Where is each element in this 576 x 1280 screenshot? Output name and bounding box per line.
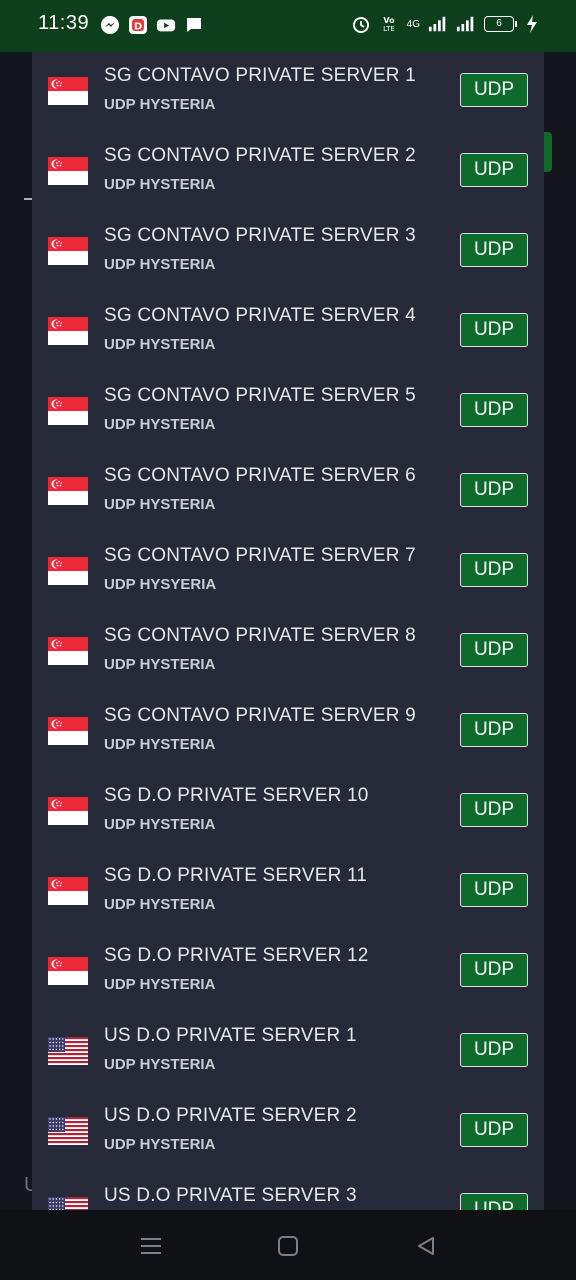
server-protocol: UDP HYSYERIA (104, 576, 217, 593)
server-protocol: UDP HYSTERIA (104, 976, 216, 993)
charging-icon (522, 14, 542, 34)
notification-icons: D (100, 15, 204, 35)
udp-button[interactable]: UDP (460, 1193, 528, 1210)
signal-icon (428, 14, 448, 34)
server-name: US D.O PRIVATE SERVER 2 (104, 1105, 357, 1126)
server-name: SG D.O PRIVATE SERVER 10 (104, 785, 369, 806)
server-item[interactable]: US D.O PRIVATE SERVER 1 UDP HYSTERIA UDP (32, 1012, 544, 1092)
server-name: SG CONTAVO PRIVATE SERVER 3 (104, 225, 416, 246)
server-item[interactable]: SG CONTAVO PRIVATE SERVER 4 UDP HYSTERIA U… (32, 292, 544, 372)
sg-flag-icon (48, 477, 88, 505)
server-item[interactable]: SG CONTAVO PRIVATE SERVER 2 UDP HYSTERIA U… (32, 132, 544, 212)
server-protocol: UDP HYSTERIA (104, 816, 216, 833)
udp-button[interactable]: UDP (460, 73, 528, 107)
app-d-icon: D (128, 15, 148, 35)
server-item[interactable]: SG CONTAVO PRIVATE SERVER 3 UDP HYSTERIA U… (32, 212, 544, 292)
svg-text:Vo: Vo (383, 16, 395, 25)
sg-flag-icon (48, 317, 88, 345)
server-protocol: UDP HYSTERIA (104, 1136, 216, 1153)
server-item[interactable]: SG CONTAVO PRIVATE SERVER 8 UDP HYSTERIA U… (32, 612, 544, 692)
server-item[interactable]: US D.O PRIVATE SERVER 3UDP HYSTERIAUDP (32, 1172, 544, 1210)
sg-flag-icon (48, 877, 88, 905)
server-item[interactable]: SG D.O PRIVATE SERVER 12 UDP HYSTERIA UDP (32, 932, 544, 1012)
server-item[interactable]: SG D.O PRIVATE SERVER 10 UDP HYSTERIA UDP (32, 772, 544, 852)
sg-flag-icon (48, 237, 88, 265)
server-name: SG CONTAVO PRIVATE SERVER 7 (104, 545, 416, 566)
server-protocol: UDP HYSTERIA (104, 176, 216, 193)
server-item[interactable]: SG D.O PRIVATE SERVER 11 UDP HYSTERIA UDP (32, 852, 544, 932)
sg-flag-icon (48, 77, 88, 105)
udp-button[interactable]: UDP (460, 713, 528, 747)
sg-flag-icon (48, 157, 88, 185)
udp-button[interactable]: UDP (460, 233, 528, 267)
udp-button[interactable]: UDP (460, 793, 528, 827)
server-protocol: UDP HYSTERIA (104, 896, 216, 913)
sg-flag-icon (48, 637, 88, 665)
server-name: SG CONTAVO PRIVATE SERVER 6 (104, 465, 416, 486)
server-item[interactable]: SG CONTAVO PRIVATE SERVER 5 UDP HYSTERIA U… (32, 372, 544, 452)
server-protocol: UDP HYSTERIA (104, 656, 216, 673)
server-item[interactable]: US D.O PRIVATE SERVER 2 UDP HYSTERIA UDP (32, 1092, 544, 1172)
home-icon[interactable] (276, 1234, 300, 1258)
battery-icon: 6 (484, 16, 517, 32)
server-name: SG D.O PRIVATE SERVER 12 (104, 945, 369, 966)
server-name: SG CONTAVO PRIVATE SERVER 9 (104, 705, 416, 726)
youtube-icon (156, 15, 176, 35)
server-name: SG CONTAVO PRIVATE SERVER 4 (104, 305, 416, 326)
udp-button[interactable]: UDP (460, 473, 528, 507)
udp-button[interactable]: UDP (460, 553, 528, 587)
svg-text:LTE: LTE (383, 25, 395, 33)
screen: 11:39 D Vo LTE 4G 6 SG CONTAVO PRIVATE S… (0, 0, 576, 1280)
udp-button[interactable]: UDP (460, 873, 528, 907)
system-status-icons: Vo LTE 4G 6 (351, 14, 542, 34)
server-name: SG CONTAVO PRIVATE SERVER 2 (104, 145, 416, 166)
udp-button[interactable]: UDP (460, 393, 528, 427)
server-protocol: UDP HYSTERIA (104, 96, 216, 113)
us-flag-icon (48, 1117, 88, 1145)
menu-icon[interactable] (139, 1234, 163, 1258)
message-icon (184, 15, 204, 35)
status-time: 11:39 (38, 12, 90, 34)
server-name: SG CONTAVO PRIVATE SERVER 8 (104, 625, 416, 646)
svg-text:D: D (134, 22, 142, 33)
server-protocol: UDP HYSTERIA (104, 416, 216, 433)
sg-flag-icon (48, 957, 88, 985)
server-name: US D.O PRIVATE SERVER 1 (104, 1025, 357, 1046)
us-flag-icon (48, 1197, 88, 1210)
udp-button[interactable]: UDP (460, 953, 528, 987)
server-item[interactable]: SG CONTAVO PRIVATE SERVER 1 UDP HYSTERIA U… (32, 52, 544, 132)
server-protocol: UDP HYSTERIA (104, 256, 216, 273)
udp-button[interactable]: UDP (460, 1113, 528, 1147)
back-icon[interactable] (414, 1234, 438, 1258)
server-protocol: UDP HYSTERIA (104, 1056, 216, 1073)
alarm-icon (351, 14, 371, 34)
server-item[interactable]: SG CONTAVO PRIVATE SERVER 6 UDP HYSTERIA U… (32, 452, 544, 532)
server-name: SG D.O PRIVATE SERVER 11 (104, 865, 368, 886)
network-type: 4G (406, 18, 420, 30)
server-name: US D.O PRIVATE SERVER 3 (104, 1185, 357, 1206)
server-protocol: UDP HYSTERIA (104, 336, 216, 353)
messenger-icon (100, 15, 120, 35)
udp-button[interactable]: UDP (460, 153, 528, 187)
udp-button[interactable]: UDP (460, 1033, 528, 1067)
server-name: SG CONTAVO PRIVATE SERVER 5 (104, 385, 416, 406)
sg-flag-icon (48, 797, 88, 825)
signal-icon-2 (456, 14, 476, 34)
udp-button[interactable]: UDP (460, 633, 528, 667)
server-name: SG CONTAVO PRIVATE SERVER 1 (104, 65, 416, 86)
sg-flag-icon (48, 557, 88, 585)
server-list-dialog[interactable]: SG CONTAVO PRIVATE SERVER 1 UDP HYSTERIA U… (32, 52, 544, 1210)
us-flag-icon (48, 1037, 88, 1065)
navigation-bar (0, 1210, 576, 1280)
server-protocol: UDP HYSTERIA (104, 496, 216, 513)
server-item[interactable]: SG CONTAVO PRIVATE SERVER 9 UDP HYSTERIA U… (32, 692, 544, 772)
udp-button[interactable]: UDP (460, 313, 528, 347)
status-bar: 11:39 D Vo LTE 4G 6 (0, 0, 576, 52)
background-divider (24, 198, 32, 200)
sg-flag-icon (48, 717, 88, 745)
volte-icon: Vo LTE (379, 14, 399, 34)
server-protocol: UDP HYSTERIA (104, 736, 216, 753)
sg-flag-icon (48, 397, 88, 425)
server-item[interactable]: SG CONTAVO PRIVATE SERVER 7 UDP HYSYERIA U… (32, 532, 544, 612)
